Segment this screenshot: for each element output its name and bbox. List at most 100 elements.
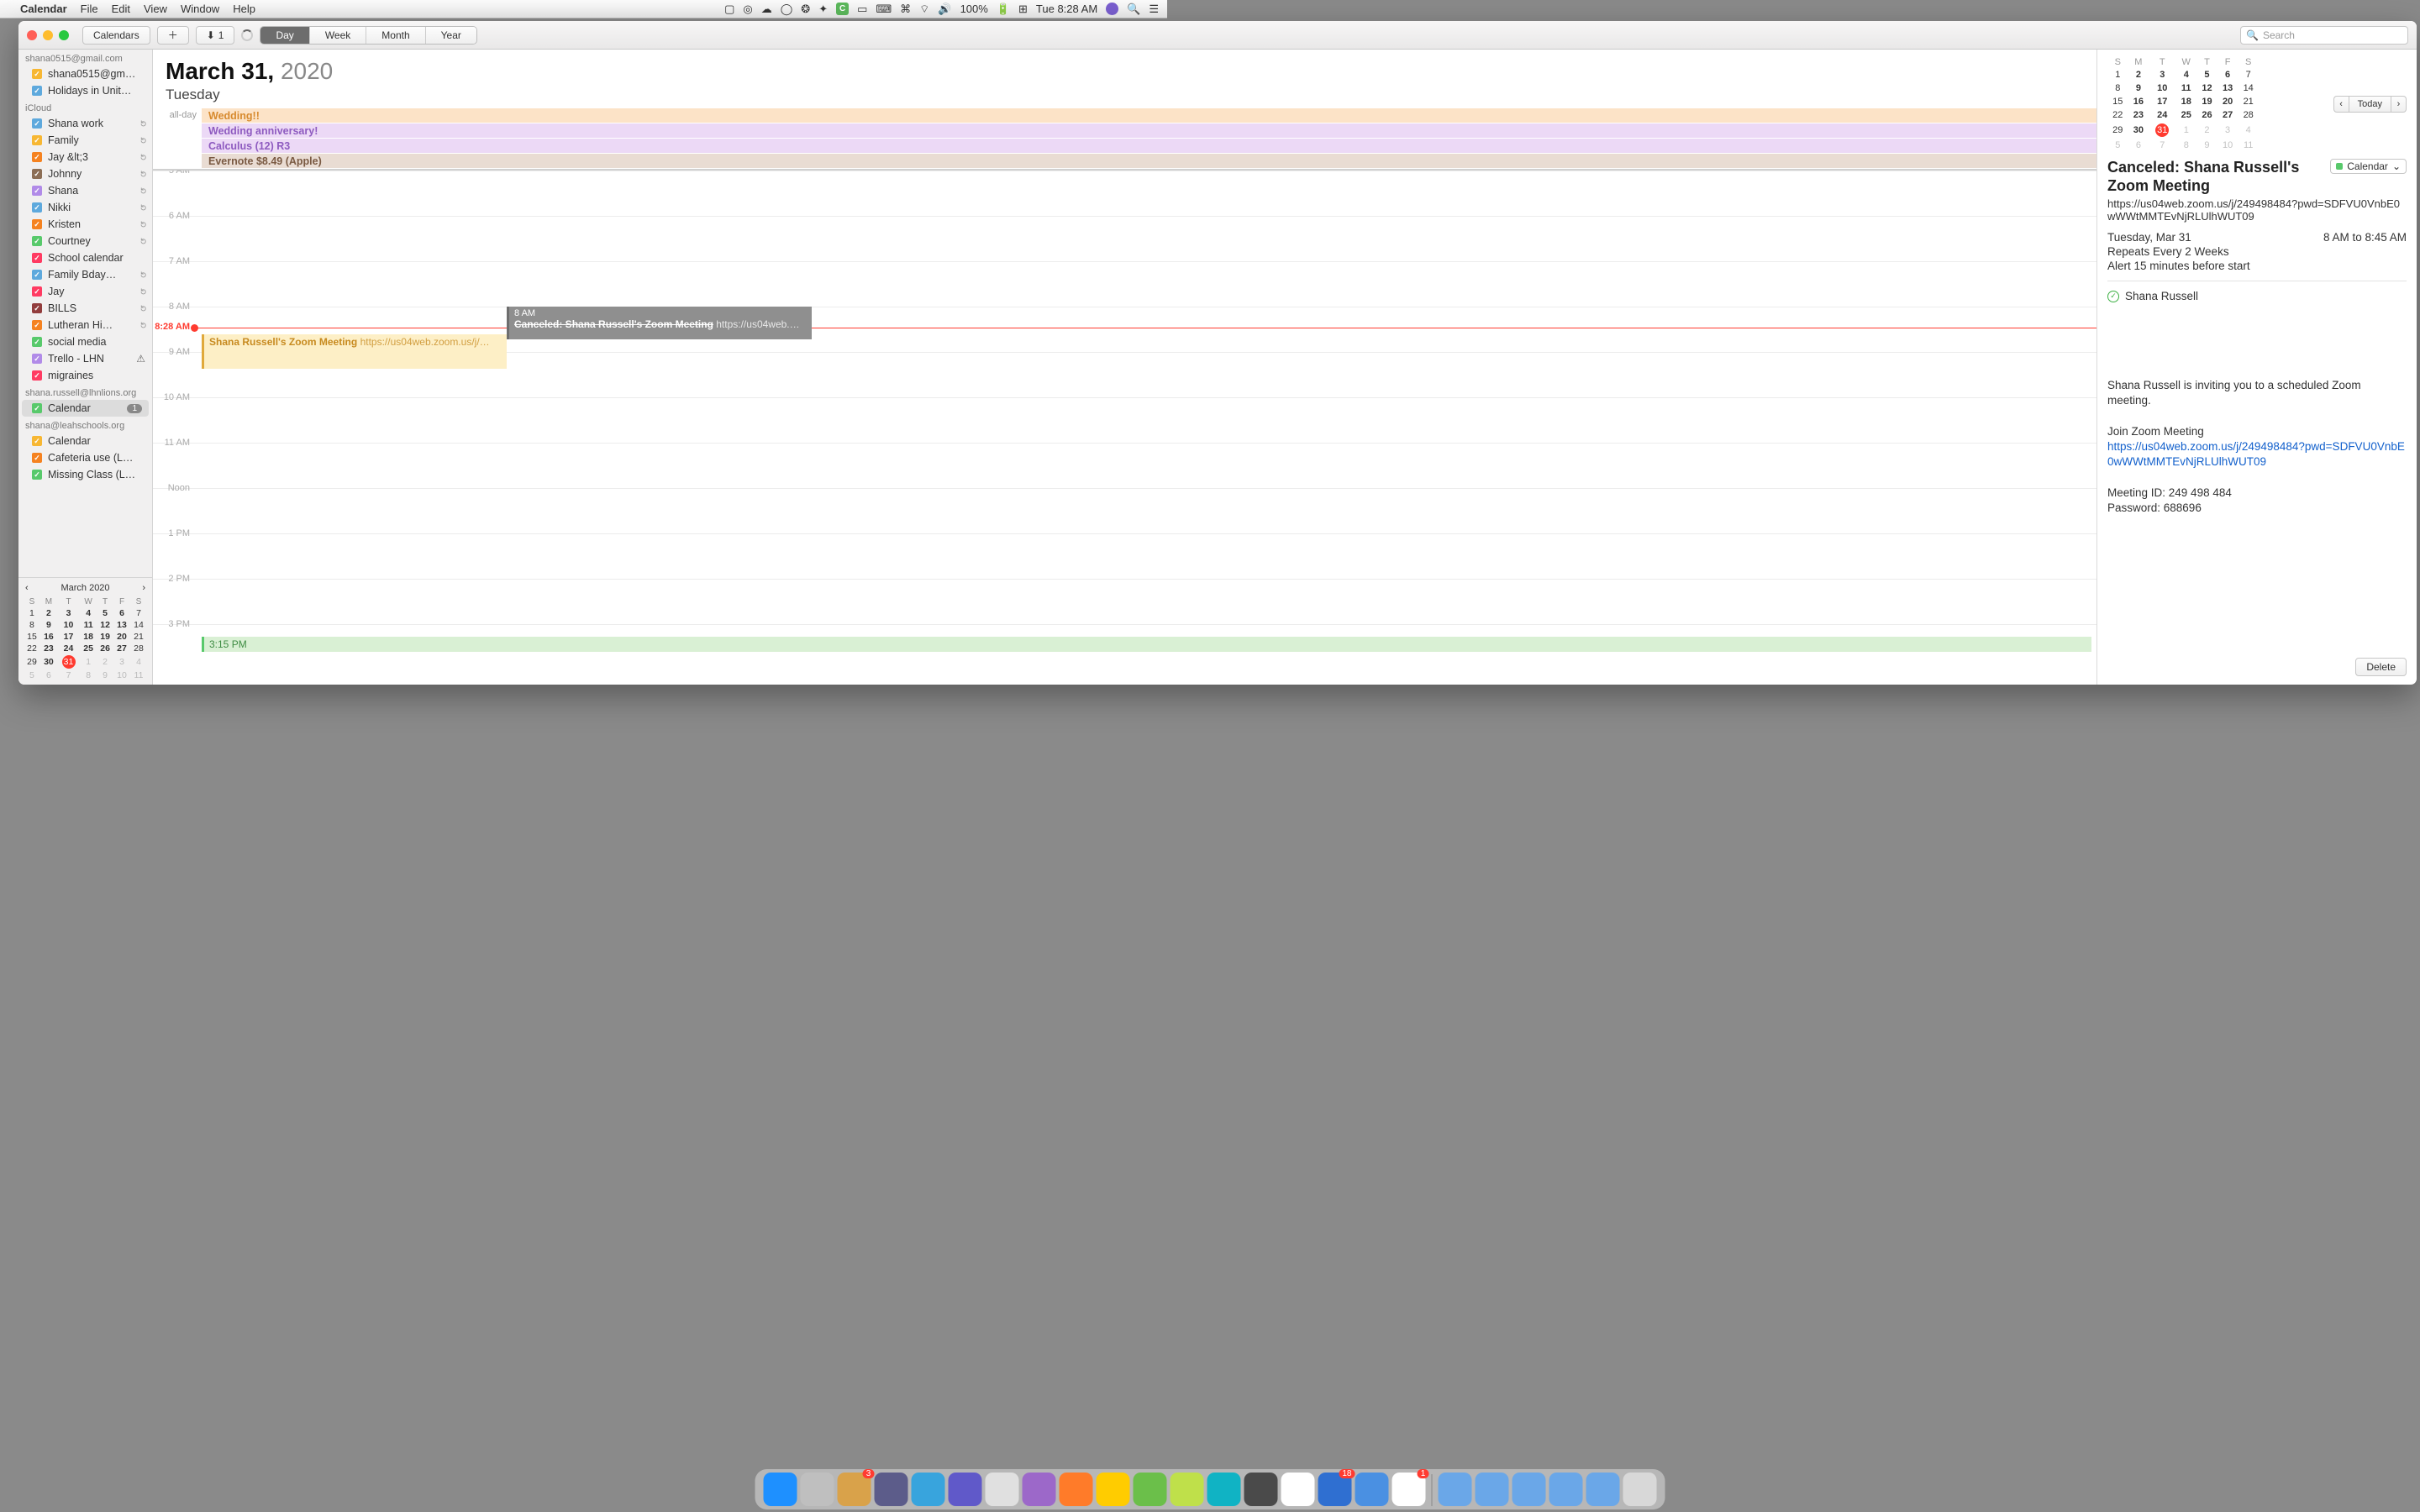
allday-event[interactable]: Calculus (12) R3 xyxy=(202,139,2096,153)
cal-day[interactable]: 11 xyxy=(130,669,147,681)
today-button[interactable]: Today xyxy=(2349,96,2391,113)
dock-app[interactable] xyxy=(949,1473,982,1506)
cal-day[interactable]: 13 xyxy=(113,619,130,631)
event-date[interactable]: Tuesday, Mar 31 xyxy=(2107,231,2191,244)
cal-day[interactable]: 5 xyxy=(2196,68,2217,81)
delete-button[interactable]: Delete xyxy=(2355,658,2407,676)
minical-next[interactable]: › xyxy=(142,583,145,593)
cal-day[interactable]: 10 xyxy=(2217,139,2238,152)
cal-day[interactable]: 1 xyxy=(80,654,97,669)
cal-day[interactable]: 28 xyxy=(2238,108,2259,122)
cal-day[interactable]: 2 xyxy=(2196,122,2217,139)
checkbox-icon[interactable]: ✓ xyxy=(32,436,42,446)
cal-day[interactable]: 25 xyxy=(80,643,97,654)
facetime-icon[interactable]: ▢ xyxy=(724,3,734,16)
menu-file[interactable]: File xyxy=(81,3,98,15)
checkbox-icon[interactable]: ✓ xyxy=(32,286,42,297)
airplay-icon[interactable]: ▭ xyxy=(857,3,867,16)
checkbox-icon[interactable]: ✓ xyxy=(32,118,42,129)
time-grid[interactable]: 5 AM6 AM7 AM8 AM9 AM10 AM11 AMNoon1 PM2 … xyxy=(153,171,2096,685)
calendar-item[interactable]: ✓Nikki⟲ xyxy=(18,199,152,216)
checkbox-icon[interactable]: ✓ xyxy=(32,303,42,313)
prev-button[interactable]: ‹ xyxy=(2333,96,2349,113)
event-alert[interactable]: Alert 15 minutes before start xyxy=(2107,260,2407,272)
cal-day[interactable]: 8 xyxy=(80,669,97,681)
inbox-button[interactable]: ⬇ 1 xyxy=(196,26,235,45)
timed-event[interactable]: 3:15 PM xyxy=(202,637,2091,652)
dock-item[interactable] xyxy=(1476,1473,1509,1506)
attendee-row[interactable]: ✓ Shana Russell xyxy=(2107,290,2407,302)
cal-day[interactable]: 27 xyxy=(2217,108,2238,122)
next-button[interactable]: › xyxy=(2391,96,2407,113)
dock-app[interactable] xyxy=(875,1473,908,1506)
cal-day[interactable]: 30 xyxy=(2128,122,2149,139)
cal-day[interactable]: 16 xyxy=(2128,95,2149,108)
cal-day[interactable]: 1 xyxy=(2107,68,2128,81)
cal-day[interactable]: 5 xyxy=(97,607,113,619)
dock-app[interactable] xyxy=(1134,1473,1167,1506)
keyboard-icon[interactable]: ⌨ xyxy=(876,3,892,16)
checkbox-icon[interactable]: ✓ xyxy=(32,453,42,463)
checkbox-icon[interactable]: ✓ xyxy=(32,470,42,480)
spotlight-icon[interactable] xyxy=(1106,3,1118,15)
cal-day[interactable]: 29 xyxy=(2107,122,2128,139)
cal-day[interactable]: 15 xyxy=(2107,95,2128,108)
cal-day[interactable]: 22 xyxy=(2107,108,2128,122)
cal-day[interactable]: 12 xyxy=(97,619,113,631)
calendars-button[interactable]: Calendars xyxy=(82,26,150,45)
checkbox-icon[interactable]: ✓ xyxy=(32,219,42,229)
checkbox-icon[interactable]: ✓ xyxy=(32,370,42,381)
cal-day[interactable]: 31 xyxy=(2149,122,2175,139)
view-day[interactable]: Day xyxy=(260,27,309,44)
cal-day[interactable]: 15 xyxy=(24,631,40,643)
cal-day[interactable]: 24 xyxy=(2149,108,2175,122)
cal-day[interactable]: 11 xyxy=(80,619,97,631)
event-url[interactable]: https://us04web.zoom.us/j/249498484?pwd=… xyxy=(2107,197,2407,223)
cal-day[interactable]: 4 xyxy=(130,654,147,669)
event-time[interactable]: 8 AM to 8:45 AM xyxy=(2323,231,2407,244)
checkbox-icon[interactable]: ✓ xyxy=(32,202,42,213)
checkbox-icon[interactable]: ✓ xyxy=(32,354,42,364)
dock-app[interactable] xyxy=(986,1473,1019,1506)
cal-day[interactable]: 24 xyxy=(57,643,80,654)
view-year[interactable]: Year xyxy=(426,27,476,44)
cal-day[interactable]: 8 xyxy=(2107,81,2128,95)
cal-day[interactable]: 19 xyxy=(97,631,113,643)
cal-day[interactable]: 3 xyxy=(2149,68,2175,81)
cal-day[interactable]: 4 xyxy=(80,607,97,619)
dock-app[interactable] xyxy=(1281,1473,1315,1506)
dock-app[interactable] xyxy=(801,1473,834,1506)
cal-day[interactable]: 10 xyxy=(2149,81,2175,95)
zoom-button[interactable] xyxy=(59,30,69,40)
cal-day[interactable]: 13 xyxy=(2217,81,2238,95)
cal-day[interactable]: 6 xyxy=(40,669,57,681)
bluetooth-icon[interactable]: ⌘ xyxy=(900,3,911,16)
cal-day[interactable]: 5 xyxy=(2107,139,2128,152)
cal-day[interactable]: 20 xyxy=(2217,95,2238,108)
dock-app[interactable]: 18 xyxy=(1318,1473,1352,1506)
cal-day[interactable]: 22 xyxy=(24,643,40,654)
cal-day[interactable]: 8 xyxy=(2175,139,2196,152)
cal-day[interactable]: 7 xyxy=(130,607,147,619)
dock-app[interactable] xyxy=(764,1473,797,1506)
cal-day[interactable]: 27 xyxy=(113,643,130,654)
cal-day[interactable]: 21 xyxy=(130,631,147,643)
calendar-item[interactable]: ✓Calendar xyxy=(18,433,152,449)
cal-day[interactable]: 7 xyxy=(2238,68,2259,81)
event-notes[interactable]: Shana Russell is inviting you to a sched… xyxy=(2107,378,2407,516)
checkbox-icon[interactable]: ✓ xyxy=(32,403,42,413)
dock-app[interactable] xyxy=(1244,1473,1278,1506)
cal-day[interactable]: 25 xyxy=(2175,108,2196,122)
cal-day[interactable]: 30 xyxy=(40,654,57,669)
search-icon[interactable]: 🔍 xyxy=(1127,3,1140,16)
list-icon[interactable]: ☰ xyxy=(1149,3,1159,16)
wifi-icon[interactable]: ⌔ xyxy=(919,3,929,16)
close-button[interactable] xyxy=(27,30,37,40)
checkbox-icon[interactable]: ✓ xyxy=(32,86,42,96)
checkbox-icon[interactable]: ✓ xyxy=(32,270,42,280)
cal-day[interactable]: 11 xyxy=(2175,81,2196,95)
cal-day[interactable]: 9 xyxy=(2128,81,2149,95)
calendar-item[interactable]: ✓BILLS⟲ xyxy=(18,300,152,317)
cal-day[interactable]: 7 xyxy=(57,669,80,681)
cal-day[interactable]: 9 xyxy=(40,619,57,631)
